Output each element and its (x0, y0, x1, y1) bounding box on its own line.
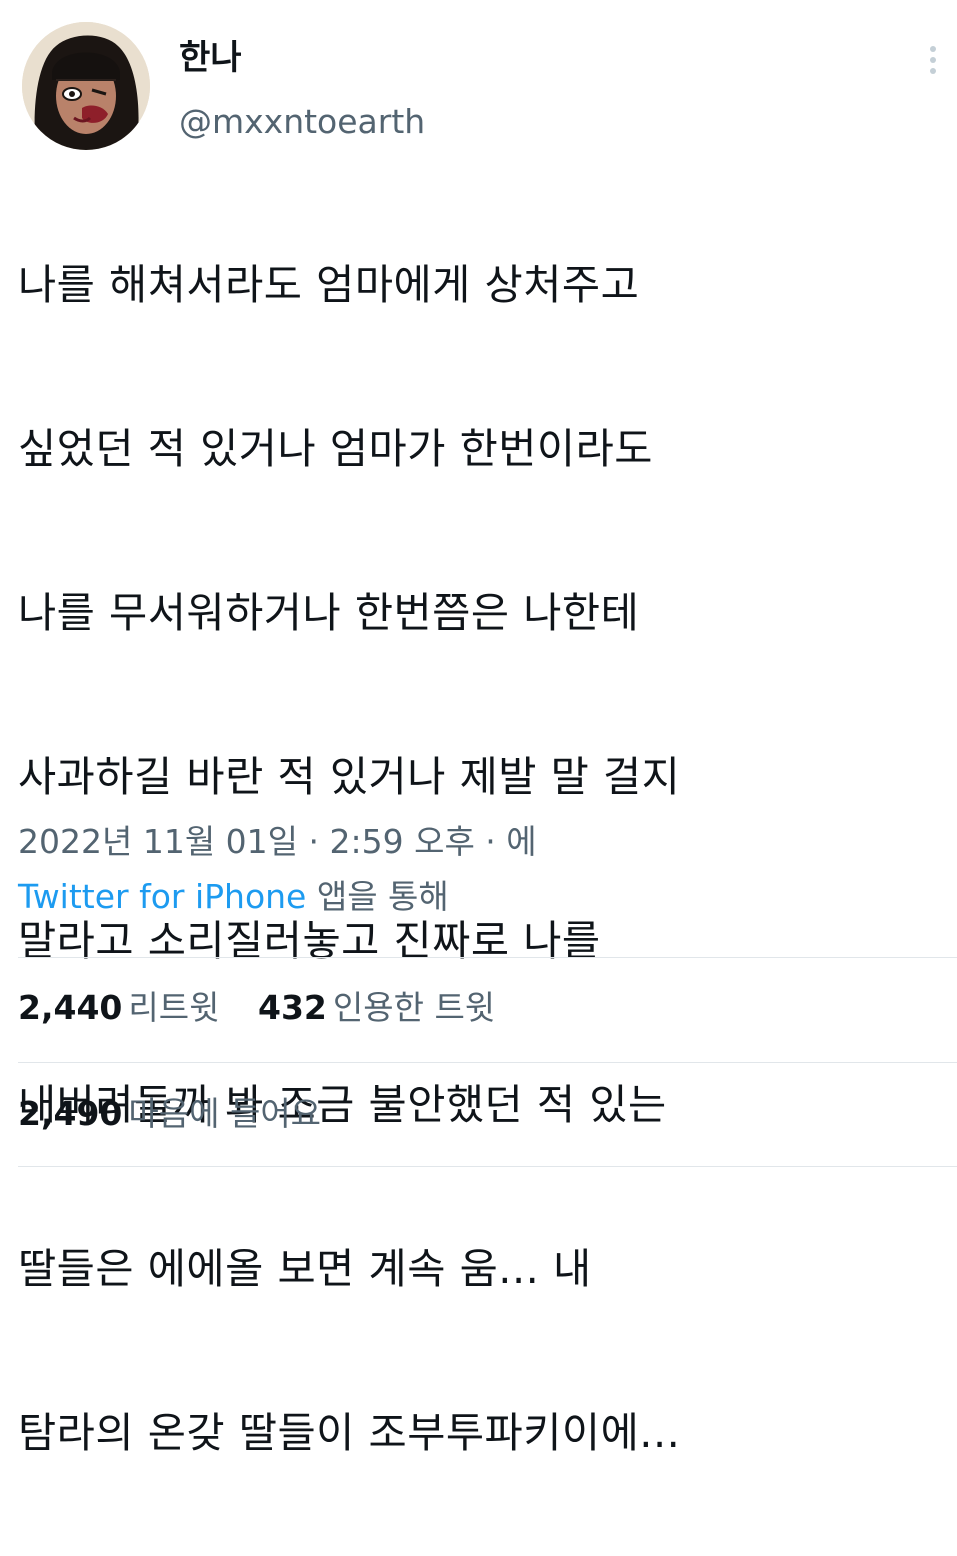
retweets-label: 리트윗 (128, 988, 220, 1027)
divider (18, 1166, 957, 1167)
quotes-count: 432 (257, 988, 327, 1027)
tweet-text-line: 나를 무서워하거나 한번쯤은 나한테 (18, 588, 640, 637)
likes-stats: 2,490 마음에 들어요 (18, 1094, 349, 1134)
retweets-count: 2,440 (18, 988, 123, 1027)
tweet-text-line: 사과하길 바란 적 있거나 제발 말 걸지 (18, 752, 681, 801)
tweet-header: 한나 @mxxntoearth (22, 22, 942, 152)
source-link[interactable]: Twitter for iPhone (18, 877, 306, 916)
divider (18, 957, 957, 958)
likes-count: 2,490 (18, 1094, 123, 1133)
author-display-name[interactable]: 한나 (179, 38, 242, 78)
tweet-text-line: 딸들은 에에올 보면 계속 움... 내 (18, 1244, 592, 1293)
likes-label: 마음에 들어요 (128, 1094, 322, 1133)
tweet-text-line: 탐라의 온갖 딸들이 조부투파키이에... (18, 1408, 681, 1457)
quotes-label: 인용한 트윗 (332, 988, 496, 1027)
engagement-stats: 2,440 리트윗 432 인용한 트윗 (18, 988, 523, 1028)
avatar-image (22, 22, 150, 150)
more-options-icon[interactable] (926, 46, 940, 86)
tweet-timestamp[interactable]: 2022년 11월 01일 · 2:59 오후 · 에 (18, 822, 537, 862)
tweet-text-line: 싶었던 적 있거나 엄마가 한번이라도 (18, 424, 653, 473)
author-handle[interactable]: @mxxntoearth (179, 102, 425, 142)
source-suffix: 앱을 통해 (306, 877, 449, 916)
quotes-stat[interactable]: 432 인용한 트윗 (258, 988, 495, 1028)
likes-stat[interactable]: 2,490 마음에 들어요 (18, 1094, 321, 1134)
divider (18, 1062, 957, 1063)
retweets-stat[interactable]: 2,440 리트윗 (18, 988, 219, 1028)
tweet-text-line: 나를 해쳐서라도 엄마에게 상처주고 (18, 260, 640, 309)
tweet-date-time[interactable]: 2022년 11월 01일 · 2:59 오후 · 에 (18, 822, 537, 861)
avatar[interactable] (22, 22, 150, 150)
tweet-source: Twitter for iPhone 앱을 통해 (18, 877, 449, 917)
